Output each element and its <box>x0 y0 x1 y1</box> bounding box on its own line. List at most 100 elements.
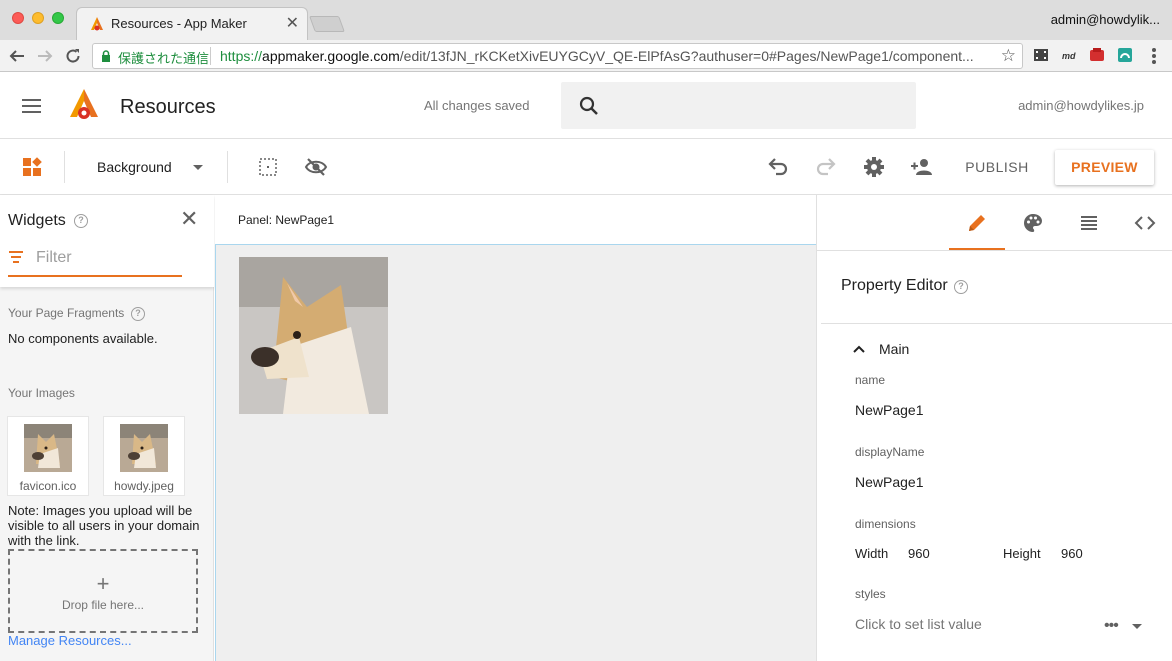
red-extension-icon[interactable] <box>1089 47 1105 63</box>
name-label: name <box>855 373 886 387</box>
help-icon[interactable]: ? <box>131 307 145 321</box>
page-canvas[interactable] <box>215 244 816 661</box>
chevron-down-icon[interactable] <box>1132 624 1142 629</box>
divider <box>821 323 1172 324</box>
display-name-label: displayName <box>855 445 925 459</box>
chevron-up-icon[interactable] <box>853 343 865 355</box>
chrome-profile-name[interactable]: admin@howdylik... <box>1051 12 1160 27</box>
search-box[interactable] <box>561 82 916 129</box>
search-icon[interactable] <box>579 96 599 116</box>
help-icon[interactable]: ? <box>74 214 88 228</box>
browser-tabbar: Resources - App Maker ✕ admin@howdylik..… <box>0 0 1172 40</box>
maximize-window-button[interactable] <box>52 12 64 24</box>
app-maker-logo-icon <box>70 89 98 119</box>
file-drop-zone[interactable]: + Drop file here... <box>8 549 198 633</box>
page-selector[interactable]: Background <box>97 159 172 175</box>
tab-outline[interactable] <box>1061 195 1117 250</box>
markdown-extension-icon[interactable]: md <box>1061 47 1077 63</box>
address-bar-row: 保護された通信 https://appmaker.google.com/edit… <box>0 40 1172 72</box>
image-thumbnail[interactable]: howdy.jpeg <box>103 416 185 496</box>
omnibox[interactable]: 保護された通信 https://appmaker.google.com/edit… <box>92 43 1023 69</box>
display-name-field[interactable]: NewPage1 <box>855 474 924 490</box>
film-extension-icon[interactable] <box>1033 47 1049 63</box>
grid-outline-icon[interactable] <box>256 155 280 179</box>
minimize-window-button[interactable] <box>32 12 44 24</box>
url-path: /edit/13fJN_rKCKetXivEUYGCyV_QE-ElPfAsG?… <box>399 48 974 64</box>
styles-label: styles <box>855 587 886 601</box>
hamburger-menu-icon[interactable] <box>22 99 41 117</box>
bookmark-star-icon[interactable]: ☆ <box>1001 46 1016 66</box>
settings-gear-icon[interactable] <box>862 155 886 179</box>
main-section-header[interactable]: Main <box>879 341 909 357</box>
toolbar-divider <box>64 151 65 183</box>
property-panel: Property Editor ? Main name NewPage1 dis… <box>816 195 1172 661</box>
height-label: Height <box>1003 546 1041 561</box>
image-thumbnail[interactable]: favicon.ico <box>7 416 89 496</box>
tab-title: Resources - App Maker <box>111 16 247 31</box>
pencil-icon <box>969 215 985 231</box>
preview-button[interactable]: PREVIEW <box>1055 150 1154 185</box>
widgets-toggle-icon[interactable] <box>23 157 42 176</box>
forward-arrow-icon[interactable] <box>36 47 54 65</box>
widgets-panel: Widgets ? ✕ Filter Your Page Fragments ?… <box>0 195 214 661</box>
dog-thumbnail-image <box>24 424 72 472</box>
app-maker-favicon-icon <box>91 17 103 31</box>
app-header: Resources All changes saved admin@howdyl… <box>0 72 1172 139</box>
name-field[interactable]: NewPage1 <box>855 402 924 418</box>
image-caption: favicon.ico <box>19 479 77 493</box>
browser-tab[interactable]: Resources - App Maker ✕ <box>76 7 308 40</box>
redo-icon[interactable] <box>814 155 838 179</box>
dimensions-label: dimensions <box>855 517 916 531</box>
back-arrow-icon[interactable] <box>8 47 26 65</box>
filter-underline <box>8 275 182 277</box>
url-text[interactable]: https://appmaker.google.com/edit/13fJN_r… <box>220 48 990 64</box>
add-icon: + <box>96 571 110 596</box>
visibility-off-icon[interactable] <box>304 155 328 179</box>
url-scheme: https:// <box>220 48 263 64</box>
width-label: Width <box>855 546 889 561</box>
styles-field[interactable]: Click to set list value <box>855 616 982 632</box>
close-icon[interactable]: ✕ <box>180 208 198 230</box>
app-title: Resources <box>120 96 216 118</box>
undo-icon[interactable] <box>766 155 790 179</box>
more-options-icon[interactable]: ••• <box>1104 617 1119 635</box>
manage-resources-link[interactable]: Manage Resources... <box>8 633 132 648</box>
toolbar-divider <box>227 151 228 183</box>
add-person-icon[interactable] <box>910 155 934 179</box>
upload-note: Note: Images you upload will be visible … <box>8 503 200 548</box>
save-status: All changes saved <box>424 98 530 113</box>
filter-input[interactable]: Filter <box>36 249 72 267</box>
property-editor-title: Property Editor <box>841 277 948 294</box>
code-icon <box>1134 216 1156 230</box>
svg-text:md: md <box>1062 51 1076 61</box>
dog-thumbnail-image <box>120 424 168 472</box>
reload-icon[interactable] <box>64 47 82 65</box>
chrome-menu-icon[interactable] <box>1152 48 1156 64</box>
lock-icon <box>102 50 110 62</box>
help-icon[interactable]: ? <box>954 280 968 294</box>
omnibox-divider <box>210 47 211 65</box>
tab-close-icon[interactable]: ✕ <box>286 13 299 33</box>
teal-extension-icon[interactable] <box>1117 47 1133 63</box>
tab-styles[interactable] <box>1005 195 1061 250</box>
width-field[interactable]: 960 <box>908 546 930 561</box>
account-email[interactable]: admin@howdylikes.jp <box>1018 98 1144 113</box>
widgets-title: Widgets <box>8 212 66 229</box>
tab-code[interactable] <box>1117 195 1172 250</box>
new-tab-button[interactable] <box>309 16 345 32</box>
chevron-down-icon[interactable] <box>193 165 203 170</box>
image-caption: howdy.jpeg <box>114 479 174 493</box>
your-images-heading: Your Images <box>8 386 75 400</box>
publish-button[interactable]: PUBLISH <box>955 150 1039 184</box>
page-fragments-heading: Your Page Fragments <box>8 306 125 320</box>
editor-canvas: Panel: NewPage1 <box>215 195 816 661</box>
panel-breadcrumb[interactable]: Panel: NewPage1 <box>238 213 334 227</box>
height-field[interactable]: 960 <box>1061 546 1083 561</box>
dog-image-widget[interactable] <box>239 257 388 414</box>
drop-file-label: Drop file here... <box>61 598 145 612</box>
editor-toolbar: Background PUBLISH PREVIEW <box>0 139 1172 195</box>
palette-icon <box>1023 214 1042 232</box>
filter-icon <box>9 251 23 266</box>
tab-properties[interactable] <box>949 195 1005 250</box>
close-window-button[interactable] <box>12 12 24 24</box>
